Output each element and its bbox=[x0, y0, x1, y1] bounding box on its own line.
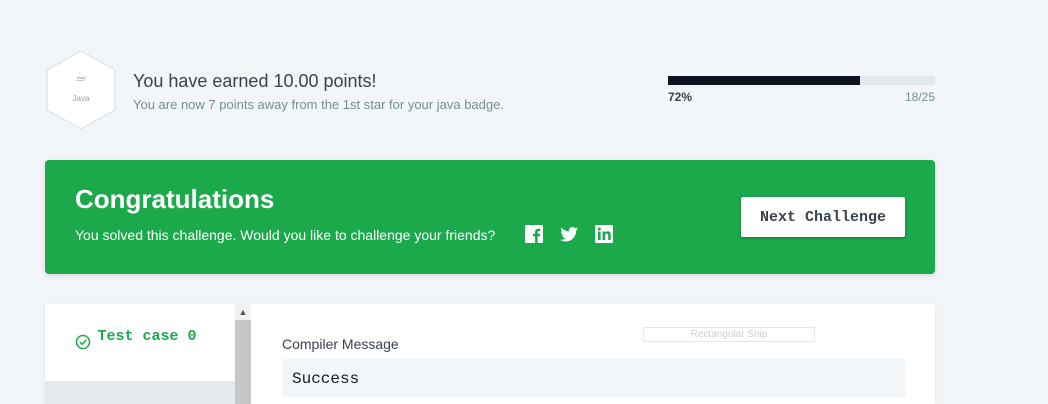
progress-percent: 72% bbox=[668, 90, 693, 104]
points-away-text: You are now 7 points away from the 1st s… bbox=[133, 97, 504, 112]
badge-progress-fill bbox=[668, 76, 861, 85]
test-case-label: Test case 0 bbox=[97, 328, 197, 345]
results-panel: Test case 0 ▲ Compiler Message Success R… bbox=[45, 304, 935, 404]
points-earned-text: You have earned 10.00 points! bbox=[133, 71, 377, 91]
next-challenge-button[interactable]: Next Challenge bbox=[741, 197, 905, 237]
facebook-icon[interactable] bbox=[524, 224, 544, 244]
congratulations-banner: Congratulations You solved this challeng… bbox=[45, 160, 935, 274]
banner-subtitle: You solved this challenge. Would you lik… bbox=[75, 227, 496, 243]
compiler-message-value: Success bbox=[292, 370, 360, 388]
java-cup-icon: ☕ bbox=[74, 68, 88, 84]
check-circle-icon bbox=[75, 334, 91, 350]
rectangular-snip-overlay: Rectangular Snip bbox=[643, 327, 815, 342]
progress-count: 18/25 bbox=[904, 90, 935, 104]
compiler-message-box: Success bbox=[282, 359, 905, 397]
linkedin-icon[interactable] bbox=[594, 224, 614, 244]
twitter-icon[interactable] bbox=[559, 224, 579, 244]
badge-progress-bar bbox=[668, 76, 935, 85]
scroll-up-arrow-icon[interactable]: ▲ bbox=[235, 304, 251, 320]
test-case-item[interactable]: Test case 0 bbox=[45, 304, 235, 381]
test-case-list: Test case 0 bbox=[45, 304, 235, 404]
compiler-message-label: Compiler Message bbox=[282, 336, 399, 352]
badge-hexagon bbox=[46, 50, 116, 130]
test-case-scrollbar[interactable]: ▲ bbox=[235, 304, 251, 404]
banner-title: Congratulations bbox=[75, 184, 275, 214]
test-case-output: Compiler Message Success Rectangular Sni… bbox=[252, 304, 935, 404]
java-badge: ☕ Java bbox=[45, 50, 117, 130]
badge-label: Java bbox=[72, 94, 90, 103]
